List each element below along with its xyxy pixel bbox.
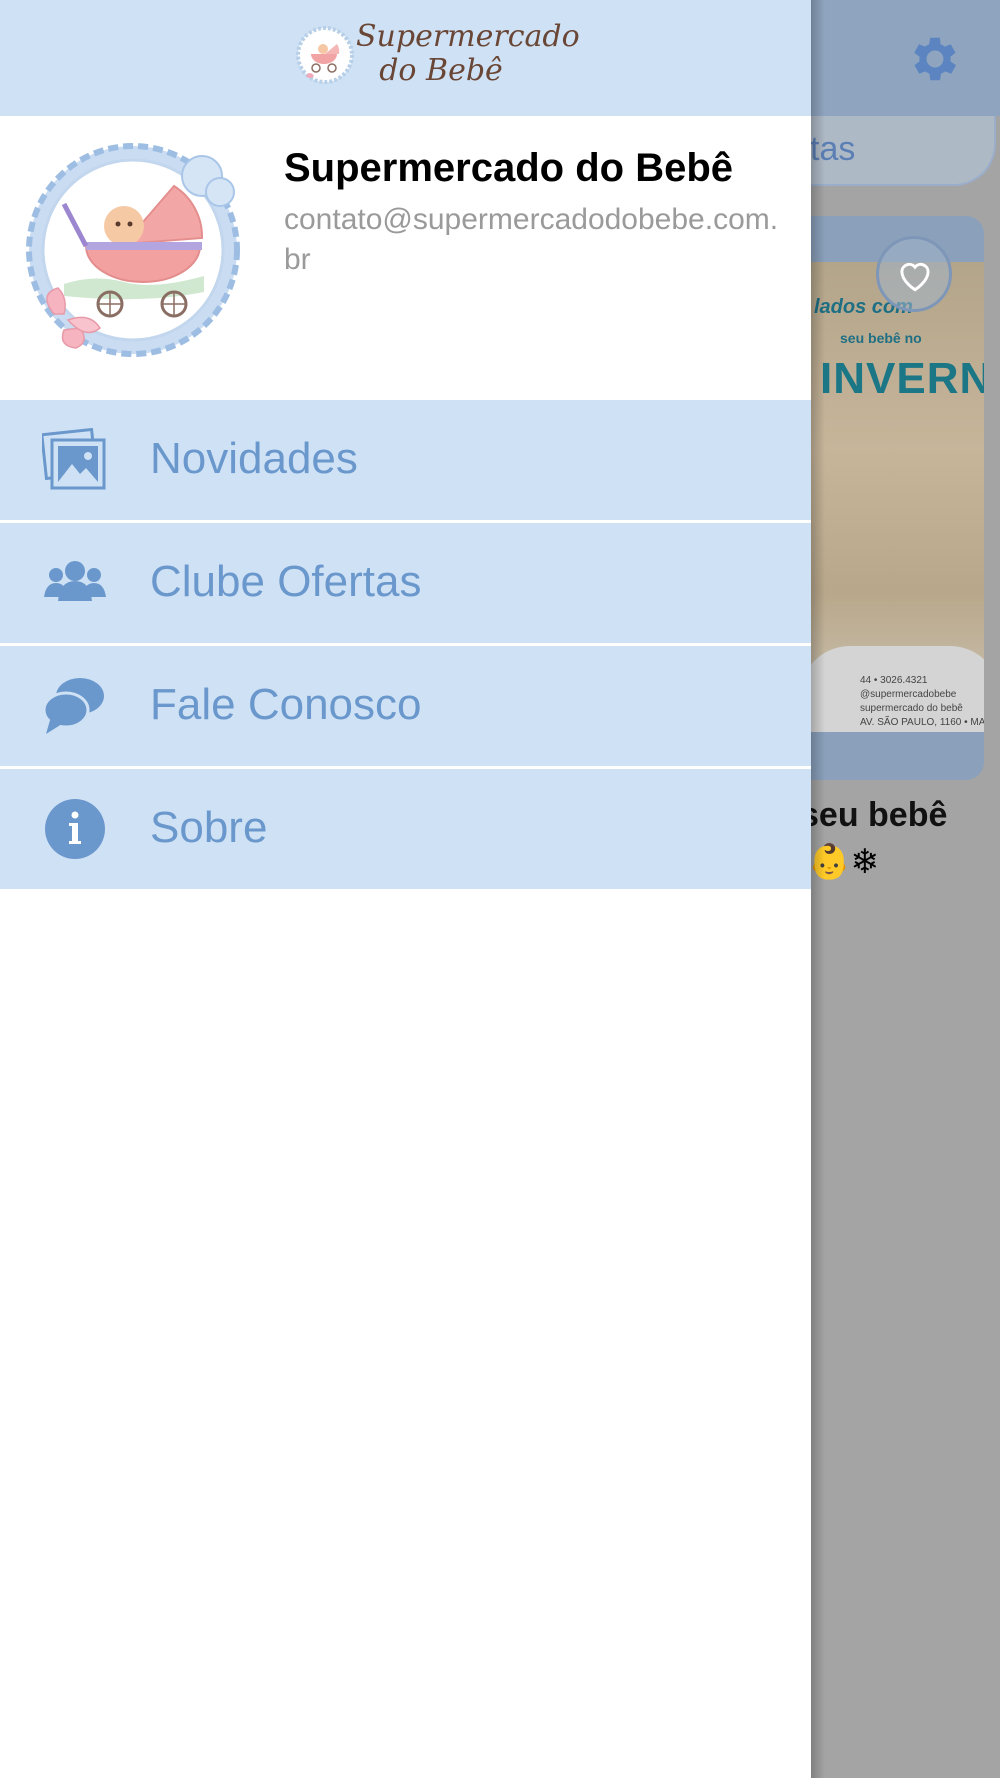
brand-name-line2: do Bebê [379, 53, 503, 88]
brand-wordmark: Supermercado do Bebê [356, 19, 580, 88]
post-info-line: @supermercadobebe [860, 689, 957, 700]
profile-email: contato@supermercadodobebe.com.br [284, 203, 779, 276]
post-info-line: AV. SÃO PAULO, 1160 • MARINGÁ • PR [860, 717, 984, 728]
menu-item-sobre[interactable]: Sobre [0, 769, 811, 889]
post-text-line3: INVERNO [820, 354, 984, 403]
avatar [26, 143, 240, 357]
drawer-profile: Supermercado do Bebê contato@supermercad… [0, 116, 811, 400]
info-icon [45, 799, 105, 859]
brand-logo-icon [296, 26, 354, 84]
settings-gear-icon[interactable] [906, 30, 964, 88]
drawer-header: Supermercado do Bebê [0, 0, 811, 116]
menu-item-label: Clube Ofertas [150, 557, 422, 606]
post-text-line2: seu bebê no [840, 330, 922, 346]
drawer-shadow [811, 0, 825, 1778]
heart-icon [900, 262, 930, 292]
drawer-menu: Novidades Clube Ofertas Fale Conosco Sob… [0, 400, 811, 889]
post-contact-info: 44 • 3026.4321 @supermercadobebe superme… [860, 674, 984, 730]
profile-name: Supermercado do Bebê [284, 146, 734, 190]
menu-item-fale-conosco[interactable]: Fale Conosco [0, 646, 811, 769]
favorite-heart-button[interactable] [876, 236, 952, 312]
navigation-drawer: Supermercado do Bebê Supermercado do Beb… [0, 0, 811, 1778]
menu-item-label: Sobre [150, 803, 268, 852]
menu-item-clube-ofertas[interactable]: Clube Ofertas [0, 523, 811, 646]
photos-icon [42, 428, 106, 490]
menu-item-novidades[interactable]: Novidades [0, 400, 811, 523]
brand-name-line1: Supermercado [356, 19, 580, 54]
group-icon [44, 561, 106, 601]
chat-bubbles-icon [42, 678, 104, 734]
post-info-line: supermercado do bebê [860, 703, 963, 714]
menu-item-label: Fale Conosco [150, 680, 422, 729]
post-info-line: 44 • 3026.4321 [860, 675, 928, 686]
background-post-image: lados com seu bebê no INVERNO 44 • 3026.… [810, 262, 984, 732]
menu-item-label: Novidades [150, 434, 358, 483]
